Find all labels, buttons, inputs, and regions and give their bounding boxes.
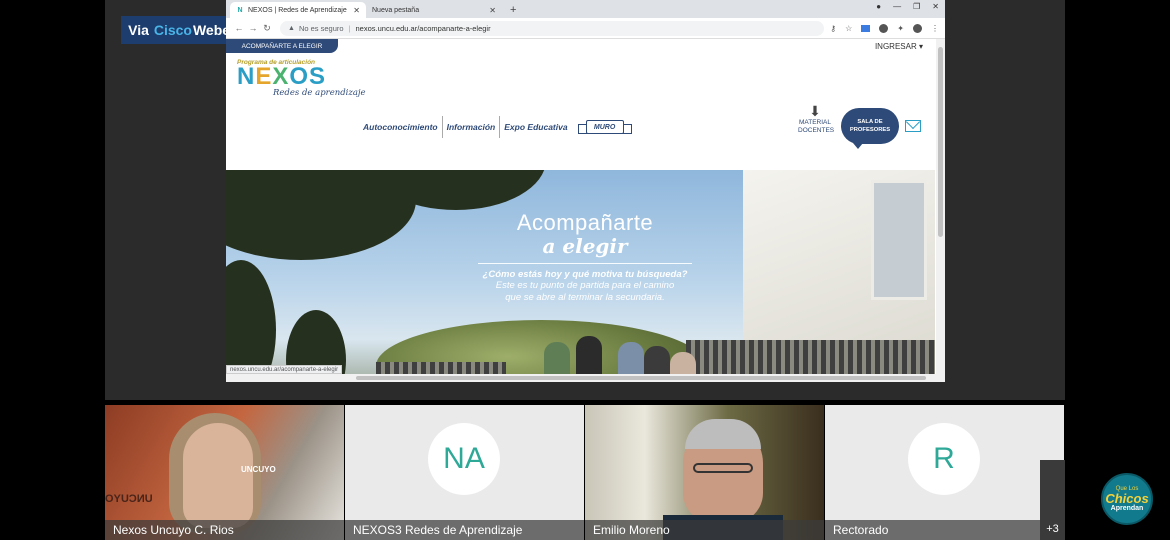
logo-letter: E xyxy=(255,63,273,90)
participant-tile[interactable]: Emilio Moreno xyxy=(585,405,824,540)
browser-tab-bar: N NEXOS | Redes de Aprendizaje ✕ Nueva p… xyxy=(226,0,945,18)
ingresar-link[interactable]: INGRESAR ▾ xyxy=(875,42,923,51)
close-tab-icon[interactable]: ✕ xyxy=(353,6,360,15)
brand-line-2: Chicos xyxy=(1105,491,1149,506)
participant-tile[interactable]: R Rectorado xyxy=(825,405,1064,540)
brand-logo: Que Los Chicos Aprendan xyxy=(1101,473,1153,525)
sala-label-1: SALA DE xyxy=(857,119,883,125)
nexos-site: ACOMPAÑARTE A ELEGIR INGRESAR ▾ Programa… xyxy=(226,39,945,382)
menu-icon[interactable]: ⋮ xyxy=(931,24,939,33)
status-bar: nexos.uncu.edu.ar/acompanarte-a-elegir xyxy=(226,365,343,374)
hero-question: ¿Cómo estás hoy y qué motiva tu búsqueda… xyxy=(482,269,688,280)
brand-line-3: Aprendan xyxy=(1110,505,1144,512)
hero-text: Acompañarte a elegir ¿Cómo estás hoy y q… xyxy=(470,210,700,304)
tab-title: Nueva pestaña xyxy=(372,6,420,14)
wall-sign: UNCUYO xyxy=(105,493,153,505)
browser-tab-nexos[interactable]: N NEXOS | Redes de Aprendizaje ✕ xyxy=(230,2,366,18)
site-header: ACOMPAÑARTE A ELEGIR INGRESAR ▾ Programa… xyxy=(226,39,945,149)
address-bar[interactable]: ▲ No es seguro | nexos.uncu.edu.ar/acomp… xyxy=(280,20,825,36)
hero-text-2: que se abre al terminar la secundaria. xyxy=(505,292,665,303)
logo-letter: N xyxy=(237,63,256,90)
hero-text-1: Este es tu punto de partida para el cami… xyxy=(495,280,675,291)
logo-letter: O xyxy=(289,63,310,90)
separator: | xyxy=(348,23,351,33)
badge-cisco: Cisco xyxy=(153,22,192,38)
toolbar-icons: ⚷ ☆ ✦ ⋮ xyxy=(830,23,939,33)
browser-toolbar: ← → ↻ ▲ No es seguro | nexos.uncu.edu.ar… xyxy=(226,18,945,39)
muro-button[interactable]: MURO xyxy=(577,116,632,138)
hero-banner: Acompañarte a elegir ¿Cómo estás hoy y q… xyxy=(226,170,935,382)
shared-browser-window: N NEXOS | Redes de Aprendizaje ✕ Nueva p… xyxy=(226,0,945,382)
material-label-1: MATERIAL xyxy=(798,119,832,126)
avatar-icon[interactable] xyxy=(913,23,922,33)
vertical-scrollbar[interactable] xyxy=(936,39,945,382)
participant-tile[interactable]: NA NEXOS3 Redes de Aprendizaje xyxy=(345,405,584,540)
hero-title-2: a elegir xyxy=(542,234,628,258)
profile-icon[interactable]: ● xyxy=(876,2,881,11)
logo-letter: S xyxy=(309,63,327,90)
back-icon[interactable]: ← xyxy=(232,23,246,33)
participant-hair xyxy=(685,419,761,449)
warning-icon: ▲ xyxy=(288,24,295,32)
close-window-icon[interactable]: ✕ xyxy=(932,2,939,11)
ingresar-label: INGRESAR xyxy=(874,42,917,51)
acompanarte-tab[interactable]: ACOMPAÑARTE A ELEGIR xyxy=(226,39,338,53)
nav-informacion[interactable]: Información xyxy=(443,116,501,138)
close-tab-icon[interactable]: ✕ xyxy=(489,6,496,15)
maximize-icon[interactable]: ❐ xyxy=(913,2,920,11)
building-window xyxy=(871,180,927,300)
scroll-thumb[interactable] xyxy=(356,376,926,380)
participant-glasses xyxy=(693,463,753,473)
minimize-icon[interactable]: — xyxy=(893,2,901,11)
wall-sign: UNCUYO xyxy=(241,465,276,474)
nav-autoconocimiento[interactable]: Autoconocimiento xyxy=(359,116,443,138)
extension-icon[interactable] xyxy=(879,23,889,33)
participant-strip: UNCUYO UNCUYO Nexos Uncuyo C. Rios NA NE… xyxy=(105,405,1065,540)
tab-title: NEXOS | Redes de Aprendizaje xyxy=(248,6,347,14)
nexos-logo[interactable]: Programa de articulación NEXOS Redes de … xyxy=(237,59,366,98)
material-docentes-link[interactable]: ⬇ MATERIAL DOCENTES xyxy=(798,103,835,135)
logo-letter: X xyxy=(272,63,290,90)
badge-prefix: Via xyxy=(128,22,149,38)
mail-icon[interactable] xyxy=(905,120,921,132)
browser-tab-new[interactable]: Nueva pestaña ✕ xyxy=(366,2,502,18)
nav-expo-educativa[interactable]: Expo Educativa xyxy=(500,116,571,138)
participant-name: NEXOS3 Redes de Aprendizaje xyxy=(345,520,584,540)
participant-face xyxy=(183,423,253,528)
material-label-2: DOCENTES xyxy=(798,127,835,134)
security-label: No es seguro xyxy=(298,23,344,33)
tree-canopy xyxy=(226,260,276,382)
nexos-favicon-icon: N xyxy=(237,6,243,14)
url-text: nexos.uncu.edu.ar/acompanarte-a-elegir xyxy=(355,23,491,33)
more-participants-button[interactable]: +3 xyxy=(1040,460,1065,540)
window-controls: ● — ❐ ✕ xyxy=(876,2,939,11)
forward-icon[interactable]: → xyxy=(246,23,260,33)
scroll-thumb[interactable] xyxy=(938,47,943,237)
avatar: R xyxy=(908,423,980,495)
key-icon[interactable]: ⚷ xyxy=(830,24,836,33)
sala-label-2: PROFESORES xyxy=(849,127,891,133)
sala-de-profesores-button[interactable]: SALA DE PROFESORES xyxy=(841,108,899,149)
download-icon: ⬇ xyxy=(809,103,821,119)
main-nav: Autoconocimiento Información Expo Educat… xyxy=(359,116,632,138)
extension-icon[interactable] xyxy=(861,24,871,32)
participant-tile[interactable]: UNCUYO UNCUYO Nexos Uncuyo C. Rios xyxy=(105,405,344,540)
hero-rule xyxy=(478,263,692,264)
webex-meeting: Via Cisco Webex N NEXOS | Redes de Aprend… xyxy=(0,0,1170,540)
muro-label: MURO xyxy=(585,120,624,134)
puzzle-icon[interactable]: ✦ xyxy=(897,24,904,33)
new-tab-button[interactable]: + xyxy=(510,2,516,18)
horizontal-scrollbar[interactable] xyxy=(226,374,945,382)
participant-name: Emilio Moreno xyxy=(585,520,824,540)
logo-name: NEXOS xyxy=(237,63,366,90)
logo-subtitle: Redes de aprendizaje xyxy=(273,88,366,98)
participant-name: Rectorado xyxy=(825,520,1064,540)
star-icon[interactable]: ☆ xyxy=(845,24,852,33)
reload-icon[interactable]: ↻ xyxy=(260,23,274,34)
avatar: NA xyxy=(428,423,500,495)
hero-title-1: Acompañarte xyxy=(516,210,654,235)
participant-name: Nexos Uncuyo C. Rios xyxy=(105,520,344,540)
caret-down-icon: ▾ xyxy=(918,42,923,51)
